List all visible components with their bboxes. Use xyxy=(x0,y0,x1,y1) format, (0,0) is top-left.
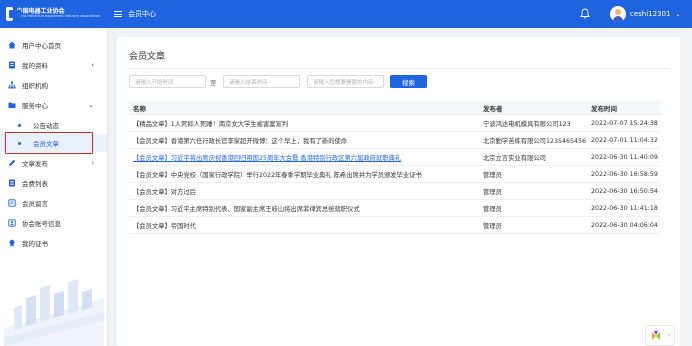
article-title-link[interactable]: 【会员文章】中央党校（国家行政学院）举行2022年春季学期毕业典礼 陈希出席并为… xyxy=(129,170,481,179)
date-range-separator: 至 xyxy=(210,79,217,87)
bell-icon[interactable] xyxy=(580,8,590,19)
sidebar: 用户中心首页 我的资料 ‹ 组织机构 服务中心 ⌄ 公告动态 会员文章 文章发布… xyxy=(0,28,108,346)
list-icon xyxy=(9,179,15,187)
article-publisher: 宁波鸿达电机模具有限公司123 xyxy=(483,120,571,128)
logo-text: 中国电器工业协会 China electrical equipment indu… xyxy=(16,8,100,19)
table-row[interactable]: 【会员文章】习近平主席特别代表、国家副主席王岐山将出席菲律宾总统就职仪式 管理员… xyxy=(129,200,661,217)
search-button[interactable]: 搜索 xyxy=(390,75,427,88)
sidebar-item-label: 用户中心首页 xyxy=(22,42,61,50)
sidebar-item-organization[interactable]: 组织机构 xyxy=(0,76,107,94)
pen-icon xyxy=(9,159,16,166)
article-publisher: 管理员 xyxy=(483,188,502,196)
sidebar-item-label: 我的证书 xyxy=(22,240,48,248)
chevron-down-icon: ⌄ xyxy=(88,101,94,109)
article-time: 2022-06-30 04:06:04 xyxy=(591,221,658,229)
article-time: 2022-06-30 16:58:59 xyxy=(591,170,658,178)
article-title-link[interactable]: 【会员文章】香港第六任行政长官李家超开微博：这个早上，我有了新的使命 xyxy=(129,136,481,145)
end-date-field[interactable]: 请输入结束时间 xyxy=(223,75,300,88)
sidebar-item-label: 文章发布 xyxy=(22,160,48,168)
info-icon xyxy=(8,219,16,227)
sidebar-subitem-label: 公告动态 xyxy=(33,122,59,130)
home-icon xyxy=(8,41,16,49)
sidebar-item-fees[interactable]: 会费列表 xyxy=(0,174,107,192)
chevron-left-icon[interactable]: ‹ xyxy=(668,332,670,339)
sidebar-item-label: 协会账号信息 xyxy=(22,220,61,228)
search-input[interactable]: 请输入您想要搜索的内容 xyxy=(307,75,384,88)
table-row[interactable]: 【会员文章】对方过后 管理员 2022-06-30 16:50:54 xyxy=(129,183,661,200)
sidebar-item-label: 服务中心 xyxy=(22,102,48,110)
sidebar-item-label: 会员留言 xyxy=(22,200,48,208)
chevron-down-icon[interactable]: ⌄ xyxy=(675,11,680,18)
table-row[interactable]: 【会员文章】中央党校（国家行政学院）举行2022年春季学期毕业典礼 陈希出席并为… xyxy=(129,166,661,183)
logo-english-name: China electrical equipment industry asso… xyxy=(16,14,100,19)
sidebar-item-home[interactable]: 用户中心首页 xyxy=(0,36,107,54)
article-publisher: 管理员 xyxy=(483,171,502,179)
article-time: 2022-06-30 16:50:54 xyxy=(591,187,658,195)
chevron-left-icon: ‹ xyxy=(91,61,94,69)
association-logo[interactable]: 中国电器工业协会 China electrical equipment indu… xyxy=(0,0,100,28)
column-header-name: 名称 xyxy=(133,104,146,113)
highlight-annotation-box xyxy=(5,132,93,154)
article-publisher: 管理员 xyxy=(483,222,502,230)
article-title-link[interactable]: 【会员文章】帝国时代 xyxy=(129,221,481,230)
article-time: 2022-06-30 11:40:09 xyxy=(591,153,658,161)
feedback-icon[interactable] xyxy=(650,330,662,342)
profile-icon xyxy=(9,61,15,69)
page-section-title: 会员中心 xyxy=(128,10,156,18)
org-icon xyxy=(8,81,16,89)
table-row[interactable]: 【会员文章】香港第六任行政长官李家超开微博：这个早上，我有了新的使命 北京勤学苦… xyxy=(129,132,661,149)
table-header: 名称 发布者 发布时间 xyxy=(129,101,661,115)
city-illustration xyxy=(4,279,104,346)
member-articles-panel: 会员文章 请输入开始时间 至 请输入结束时间 请输入您想要搜索的内容 搜索 名称… xyxy=(117,37,680,346)
chevron-left-icon: ‹ xyxy=(91,159,94,167)
username[interactable]: ceshi12301 xyxy=(630,10,670,18)
sidebar-item-label: 组织机构 xyxy=(22,82,48,90)
sidebar-item-account-info[interactable]: 协会账号信息 xyxy=(0,214,107,232)
column-header-publisher: 发布者 xyxy=(483,104,503,113)
sidebar-item-label: 我的资料 xyxy=(22,62,48,70)
avatar[interactable] xyxy=(610,6,626,22)
table-row[interactable]: 【会员文章】帝国时代 管理员 2022-06-30 04:06:04 xyxy=(129,217,661,234)
message-icon xyxy=(8,199,16,207)
hamburger-menu-icon[interactable] xyxy=(114,11,122,17)
logo-mark-icon xyxy=(6,7,21,21)
user-menu[interactable]: ceshi12301 ⌄ xyxy=(610,4,680,24)
page-title: 会员文章 xyxy=(129,52,166,62)
sidebar-item-certificates[interactable]: 我的证书 xyxy=(0,234,107,252)
article-time: 2022-06-30 11:41:18 xyxy=(591,204,658,212)
article-publisher: 管理员 xyxy=(483,205,502,213)
page-scrollbar[interactable] xyxy=(686,28,692,346)
certificate-icon xyxy=(9,239,15,247)
article-title-link[interactable]: 【会员文章】习近平主席特别代表、国家副主席王岐山将出席菲律宾总统就职仪式 xyxy=(129,204,481,213)
start-date-field[interactable]: 请输入开始时间 xyxy=(129,75,206,88)
bullet-icon xyxy=(18,123,21,127)
divider xyxy=(129,68,669,69)
articles-table: 名称 发布者 发布时间 【精品文章】1人死抑人死睡！南京女大学生被害案宣判 宁波… xyxy=(129,101,661,234)
sidebar-item-service-center[interactable]: 服务中心 ⌄ xyxy=(0,96,107,114)
article-time: 2022-07-07 15:24:38 xyxy=(591,119,658,127)
column-header-time: 发布时间 xyxy=(591,104,617,113)
sidebar-item-article-publish[interactable]: 文章发布 ‹ xyxy=(0,154,107,172)
sidebar-item-profile[interactable]: 我的资料 ‹ xyxy=(0,56,107,74)
article-title-link[interactable]: 【会员文章】习近平将出席庆祝香港回归祖国25周年大会暨 香港特别行政区第六届政府… xyxy=(129,153,481,162)
sidebar-item-messages[interactable]: 会员留言 xyxy=(0,194,107,212)
sidebar-item-label: 会费列表 xyxy=(22,180,48,188)
article-publisher: 北京立言实业有限公司 xyxy=(483,154,546,162)
article-title-link[interactable]: 【精品文章】1人死抑人死睡！南京女大学生被害案宣判 xyxy=(129,119,481,128)
top-bar: 中国电器工业协会 China electrical equipment indu… xyxy=(0,0,692,28)
folder-icon xyxy=(8,102,16,108)
article-title-link[interactable]: 【会员文章】对方过后 xyxy=(129,187,481,196)
article-time: 2022-07-01 11:04:32 xyxy=(591,136,658,144)
table-row[interactable]: 【精品文章】1人死抑人死睡！南京女大学生被害案宣判 宁波鸿达电机模具有限公司12… xyxy=(129,115,661,132)
floating-feedback-widget[interactable]: ‹ xyxy=(645,325,675,346)
table-row[interactable]: 【会员文章】习近平将出席庆祝香港回归祖国25周年大会暨 香港特别行政区第六届政府… xyxy=(129,149,661,166)
article-publisher: 北京勤学苦练有限公司1235465456 xyxy=(483,137,587,145)
